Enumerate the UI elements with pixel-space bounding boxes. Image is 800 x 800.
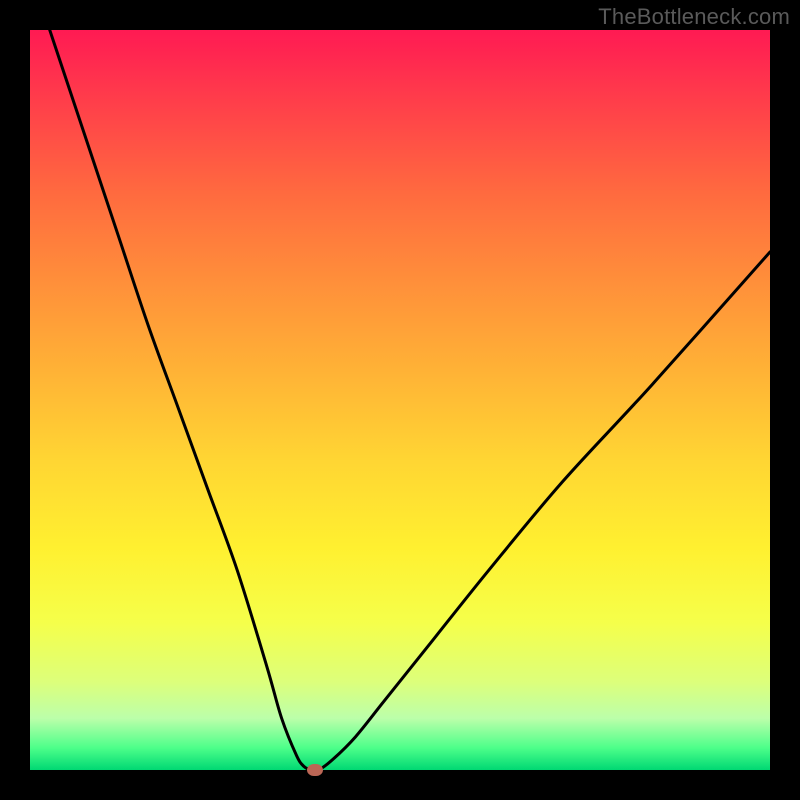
plot-area: [30, 30, 770, 770]
bottleneck-curve: [30, 30, 770, 770]
chart-frame: TheBottleneck.com: [0, 0, 800, 800]
minimum-marker: [307, 764, 323, 776]
watermark-text: TheBottleneck.com: [598, 4, 790, 30]
